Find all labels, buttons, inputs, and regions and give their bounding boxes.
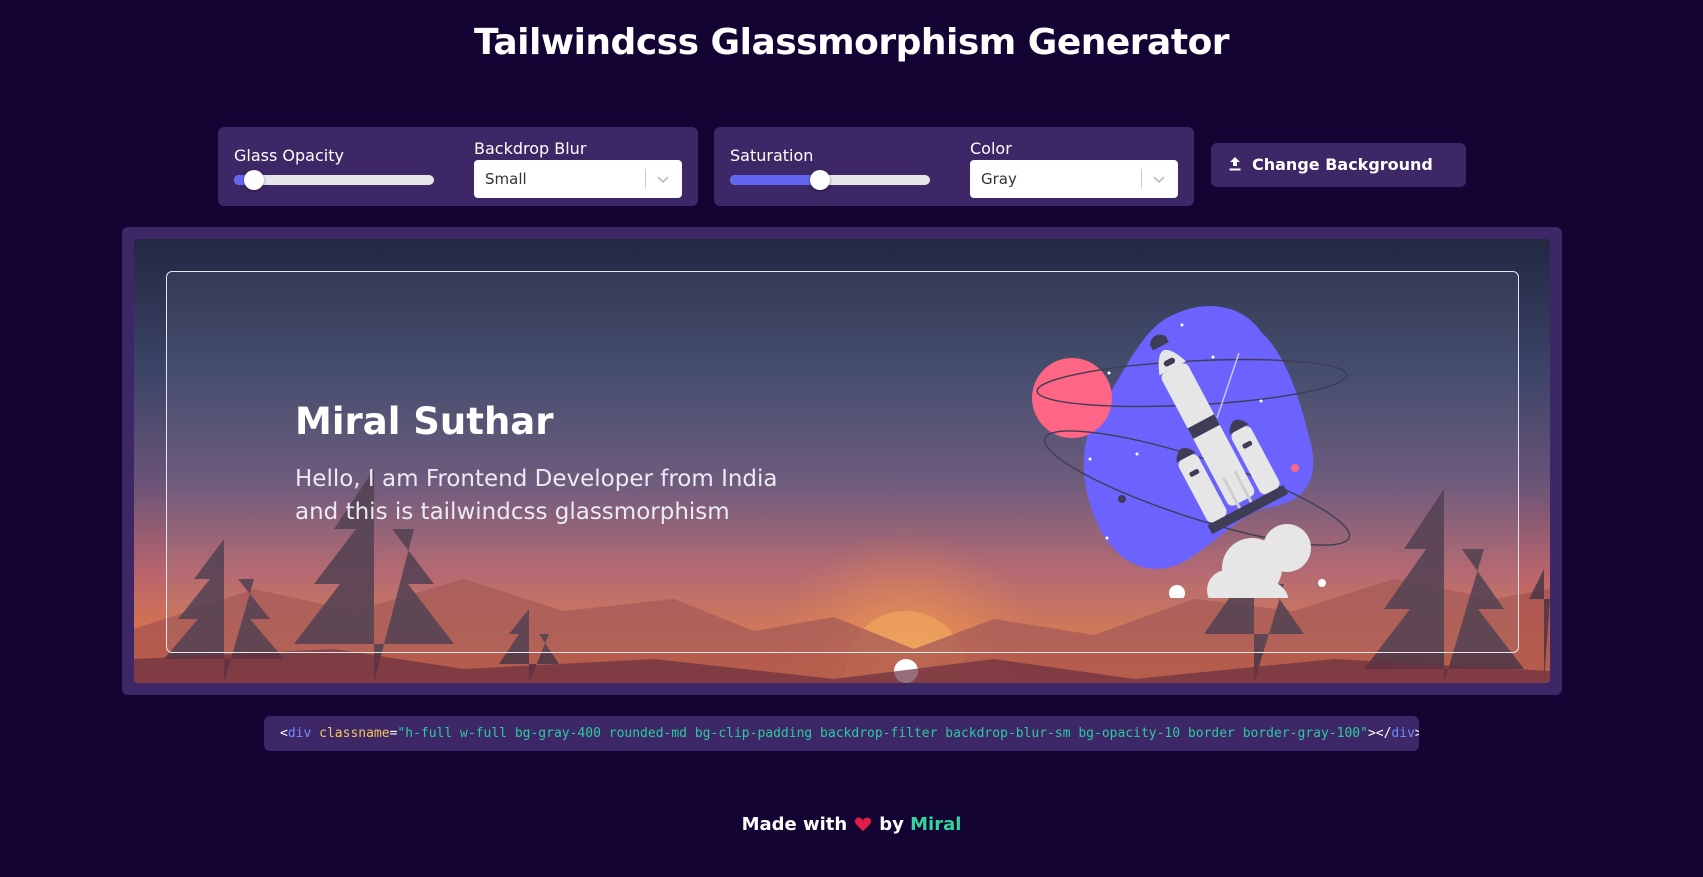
chevron-down-icon[interactable] [656,172,670,186]
card-name: Miral Suthar [295,400,554,443]
code-punct: </ [1375,726,1392,741]
saturation-fill [730,175,820,185]
saturation-slider[interactable] [730,170,930,190]
glass-card: Miral Suthar Hello, I am Frontend Develo… [166,271,1519,653]
backdrop-blur-value: Small [485,170,527,188]
saturation-thumb[interactable] [810,170,830,190]
heart-icon [855,817,872,832]
code-attr: classname [319,726,390,741]
select-separator [1141,169,1142,189]
chevron-down-icon[interactable] [1152,172,1166,186]
code-snippet[interactable]: <div classname="h-full w-full bg-gray-40… [264,716,1419,751]
backdrop-blur-label: Backdrop Blur [474,139,587,158]
color-label: Color [970,139,1012,158]
rocket-icon [1032,306,1351,598]
card-intro-line-2: and this is tailwindcss glassmorphism [295,499,730,525]
saturation-color-panel: Saturation Color Gray [714,127,1194,206]
glass-opacity-slider[interactable] [234,170,434,190]
saturation-label: Saturation [730,146,814,165]
opacity-blur-panel: Glass Opacity Backdrop Blur Small [218,127,698,206]
card-intro-line-1: Hello, I am Frontend Developer from Indi… [295,466,778,492]
color-value: Gray [981,170,1017,188]
select-separator [645,169,646,189]
code-close-tag: div [1391,726,1415,741]
footer-made-with: Made with [741,814,848,835]
footer-by: by [879,814,904,835]
footer-author-link[interactable]: Miral [910,814,961,835]
card-intro: Hello, I am Frontend Developer from Indi… [295,463,815,529]
footer: Made with by Miral [0,814,1703,835]
code-class-value: "h-full w-full bg-gray-400 rounded-md bg… [397,726,1368,741]
page-title: Tailwindcss Glassmorphism Generator [473,22,1230,63]
code-tag: div [287,726,312,741]
change-background-label: Change Background [1252,155,1433,174]
change-background-button[interactable]: Change Background [1211,143,1466,187]
backdrop-blur-select[interactable]: Small [474,160,682,198]
upload-icon [1229,157,1241,171]
code-punct: > [1367,726,1376,741]
glass-opacity-thumb[interactable] [244,170,264,190]
glass-opacity-label: Glass Opacity [234,146,344,165]
code-punct: < [280,726,288,741]
code-punct: > [1414,726,1419,741]
code-line: <div classname="h-full w-full bg-gray-40… [280,716,1419,751]
color-select[interactable]: Gray [970,160,1178,198]
